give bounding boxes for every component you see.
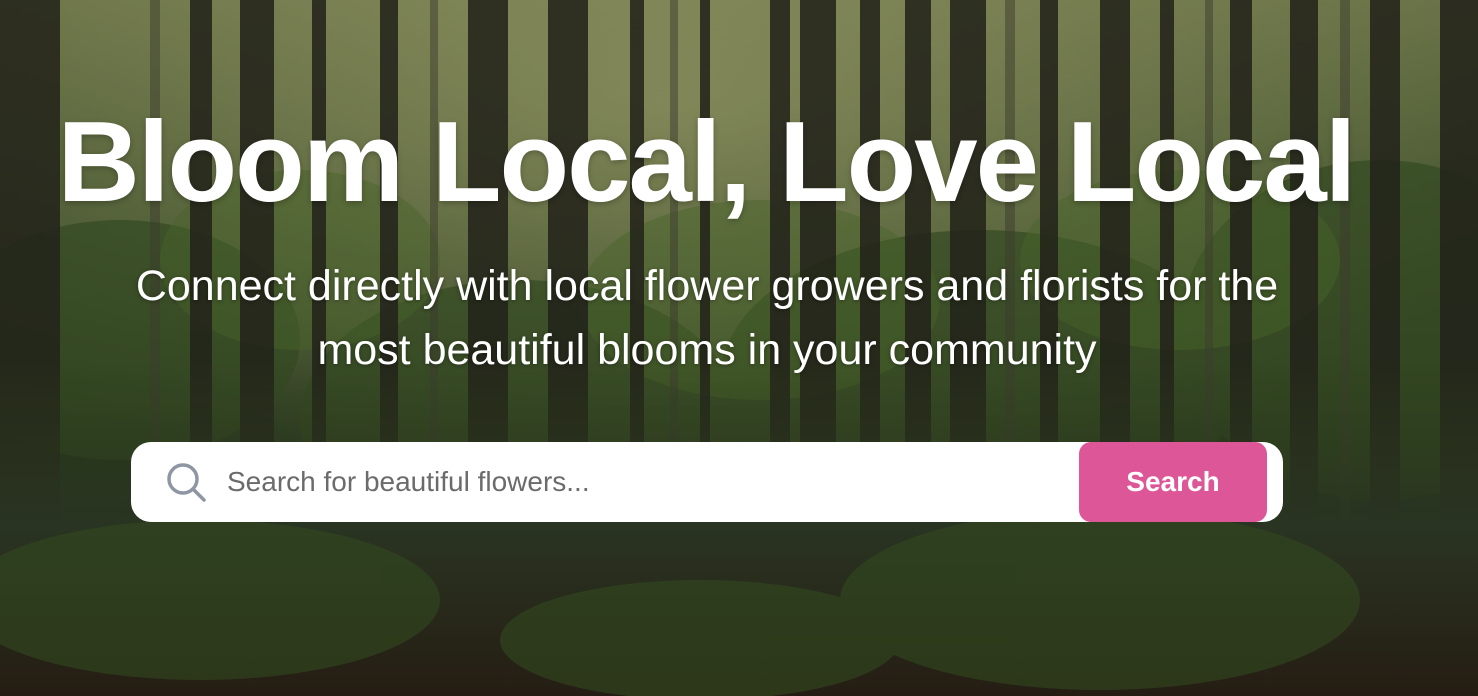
hero-subtitle-line-2: most beautiful blooms in your community (317, 326, 1097, 374)
search-bar: Search (131, 442, 1283, 522)
search-icon (167, 463, 206, 502)
hero-subtitle: Connect directly with local flower growe… (60, 254, 1354, 382)
hero-subtitle-line-1: Connect directly with local flower growe… (135, 262, 1279, 310)
hero-section: Bloom Local, Love Local Connect directly… (0, 0, 1478, 696)
search-button[interactable]: Search (1079, 442, 1267, 522)
search-input[interactable] (227, 452, 1067, 512)
hero-title: Bloom Local, Love Local (57, 99, 1357, 226)
